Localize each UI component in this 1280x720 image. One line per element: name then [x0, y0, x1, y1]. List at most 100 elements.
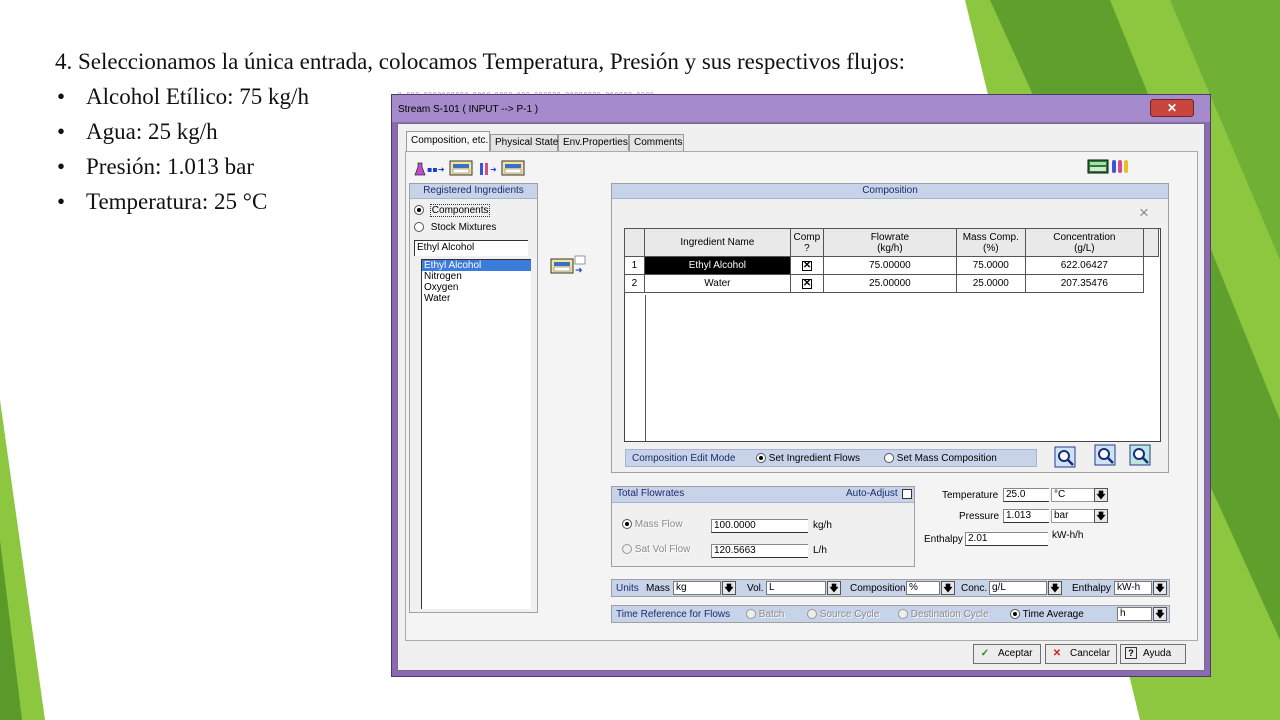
- cancel-label: Cancelar: [1070, 648, 1111, 659]
- ingredient-list-item[interactable]: Water: [422, 293, 531, 304]
- tab-physical-state[interactable]: Physical State: [490, 134, 558, 151]
- auto-adjust-checkbox[interactable]: [902, 489, 912, 499]
- chevron-down-icon[interactable]: 🡇: [941, 581, 955, 595]
- mass-comp-cell[interactable]: 25.0000: [955, 274, 1026, 293]
- enthalpy-field[interactable]: 2.01: [965, 532, 1048, 546]
- zoom-ingredient-icon[interactable]: [1094, 444, 1116, 466]
- background-menu-ghost: ▫ ▫▫▫ ▫▫▫▫▫▫▫▫▫▫ ▫▫▫▫ ▫▫▫▫ ▫▫▫ ▫▫▫▫▫▫ ▫▫…: [398, 89, 655, 100]
- help-button[interactable]: ? Ayuda: [1120, 644, 1186, 664]
- cancel-button[interactable]: ✕ Cancelar: [1045, 644, 1117, 664]
- components-label: Components: [429, 204, 491, 217]
- table-header-row: Ingredient Name Comp ? Flowrate (kg/h) M…: [624, 228, 1159, 257]
- radio-icon: [414, 205, 424, 216]
- vol-flow-field[interactable]: 120.5663: [711, 544, 808, 558]
- search-ingredient-icon[interactable]: [1054, 446, 1076, 468]
- vol-flow-radio[interactable]: Sat Vol Flow: [622, 544, 690, 555]
- radio-icon: [746, 609, 756, 620]
- units-bar: Units Mass kg 🡇 Vol. L 🡇 Composition % 🡇…: [611, 579, 1170, 597]
- concentration-cell[interactable]: 207.35476: [1024, 274, 1145, 293]
- stock-mixtures-label: Stock Mixtures: [430, 222, 497, 233]
- tab-composition[interactable]: Composition, etc.: [406, 131, 490, 152]
- chevron-down-icon[interactable]: 🡇: [722, 581, 736, 595]
- chevron-down-icon[interactable]: 🡇: [1153, 581, 1167, 595]
- mass-flow-unit: kg/h: [813, 520, 832, 531]
- composition-table: Ingredient Name Comp ? Flowrate (kg/h) M…: [624, 228, 1159, 293]
- svg-text:▪▪➜: ▪▪➜: [427, 165, 445, 174]
- ingredient-list[interactable]: Ethyl Alcohol Nitrogen Oxygen Water: [421, 259, 531, 609]
- table-row[interactable]: 1 Ethyl Alcohol ✕ 75.00000 75.0000 622.0…: [624, 256, 1159, 275]
- svg-text:➜: ➜: [575, 266, 583, 276]
- pressure-label: Pressure: [959, 511, 1000, 522]
- temperature-unit-select[interactable]: °C: [1051, 488, 1095, 502]
- time-reference-label: Time Reference for Flows: [616, 609, 731, 620]
- mass-comp-cell[interactable]: 75.0000: [955, 256, 1026, 275]
- filler-cell: [1143, 256, 1159, 275]
- comp-cell[interactable]: ✕: [789, 274, 824, 293]
- mass-flow-radio[interactable]: Mass Flow: [622, 519, 683, 530]
- time-average-radio[interactable]: Time Average: [1010, 609, 1084, 620]
- chevron-down-icon[interactable]: 🡇: [827, 581, 841, 595]
- total-flowrates-header: Total Flowrates Auto-Adjust: [612, 487, 914, 503]
- checkbox-icon[interactable]: ✕: [801, 279, 812, 289]
- ingredient-search-field[interactable]: Ethyl Alcohol: [414, 240, 528, 256]
- radio-icon: [414, 222, 424, 233]
- components-radio[interactable]: Components: [414, 204, 491, 217]
- ingredient-name-cell[interactable]: Water: [643, 274, 791, 293]
- tab-env-properties[interactable]: Env.Properties: [558, 134, 629, 151]
- table-row[interactable]: 2 Water ✕ 25.00000 25.0000 207.35476: [624, 274, 1159, 293]
- ingredient-name-cell[interactable]: Ethyl Alcohol: [643, 256, 791, 275]
- dialog-title: Stream S-101 ( INPUT --> P-1 ): [398, 104, 539, 115]
- add-ingredient-icon[interactable]: ➜: [549, 253, 589, 279]
- composition-grid: Ingredient Name Comp ? Flowrate (kg/h) M…: [624, 228, 1161, 442]
- tab-comments[interactable]: Comments: [629, 134, 684, 151]
- concentration-cell[interactable]: 622.06427: [1024, 256, 1145, 275]
- comp-cell[interactable]: ✕: [789, 256, 824, 275]
- ingredient-list-item[interactable]: Nitrogen: [422, 271, 531, 282]
- checkbox-icon[interactable]: ✕: [801, 261, 812, 271]
- source-cycle-radio[interactable]: Source Cycle: [807, 609, 879, 620]
- units-composition-label: Composition: [850, 583, 906, 594]
- chevron-down-icon[interactable]: 🡇: [1094, 509, 1108, 523]
- calculator-tubes-icon[interactable]: [1086, 157, 1146, 175]
- units-conc-select[interactable]: g/L: [989, 581, 1047, 595]
- composition-panel: Composition × Ingredient Name Comp ? Flo…: [611, 183, 1169, 473]
- temperature-field[interactable]: 25.0: [1003, 488, 1049, 502]
- destination-cycle-radio[interactable]: Destination Cycle: [898, 609, 989, 620]
- flowrate-cell[interactable]: 75.00000: [822, 256, 957, 275]
- clear-icon[interactable]: ×: [1139, 203, 1149, 223]
- set-mass-composition-radio[interactable]: Set Mass Composition: [884, 453, 997, 464]
- close-button[interactable]: ✕: [1150, 99, 1194, 117]
- pressure-field[interactable]: 1.013: [1003, 509, 1049, 523]
- mass-flow-field[interactable]: 100.0000: [711, 519, 808, 533]
- ok-label: Aceptar: [998, 648, 1033, 659]
- stock-mixtures-radio[interactable]: Stock Mixtures: [414, 222, 496, 233]
- ingredient-list-item[interactable]: Ethyl Alcohol: [422, 260, 531, 271]
- chevron-down-icon[interactable]: 🡇: [1153, 607, 1167, 621]
- pressure-unit-select[interactable]: bar: [1051, 509, 1095, 523]
- chevron-down-icon[interactable]: 🡇: [1094, 488, 1108, 502]
- set-ingredient-flows-radio[interactable]: Set Ingredient Flows: [756, 453, 860, 464]
- units-composition-select[interactable]: %: [906, 581, 940, 595]
- batch-label: Batch: [758, 609, 785, 620]
- ingredient-list-item[interactable]: Oxygen: [422, 282, 531, 293]
- source-cycle-label: Source Cycle: [819, 609, 880, 620]
- units-vol-select[interactable]: L: [766, 581, 826, 595]
- temperature-label: Temperature: [942, 490, 999, 501]
- batch-radio[interactable]: Batch: [746, 609, 784, 620]
- flask-to-db-icon[interactable]: ▪▪➜: [414, 160, 473, 176]
- dialog-client: Composition, etc. Physical State Env.Pro…: [397, 123, 1205, 671]
- tab-panel: ▪▪➜ ➜ Registered Ingredients Components …: [405, 151, 1198, 641]
- radio-icon: [622, 544, 632, 555]
- time-unit-select[interactable]: h: [1117, 607, 1152, 621]
- radio-icon: [898, 609, 908, 620]
- units-mass-select[interactable]: kg: [673, 581, 721, 595]
- chevron-down-icon[interactable]: 🡇: [1048, 581, 1062, 595]
- column-header: Flowrate (kg/h): [822, 228, 957, 257]
- ok-button[interactable]: ✓ Aceptar: [973, 644, 1041, 664]
- find-ingredient-icon[interactable]: [1129, 444, 1151, 466]
- flowrate-cell[interactable]: 25.00000: [822, 274, 957, 293]
- units-enthalpy-select[interactable]: kW-h: [1114, 581, 1152, 595]
- tubes-to-db-icon[interactable]: ➜: [480, 160, 525, 176]
- units-vol-label: Vol.: [747, 583, 764, 594]
- dialog-titlebar[interactable]: ▫ ▫▫▫ ▫▫▫▫▫▫▫▫▫▫ ▫▫▫▫ ▫▫▫▫ ▫▫▫ ▫▫▫▫▫▫ ▫▫…: [392, 89, 1210, 122]
